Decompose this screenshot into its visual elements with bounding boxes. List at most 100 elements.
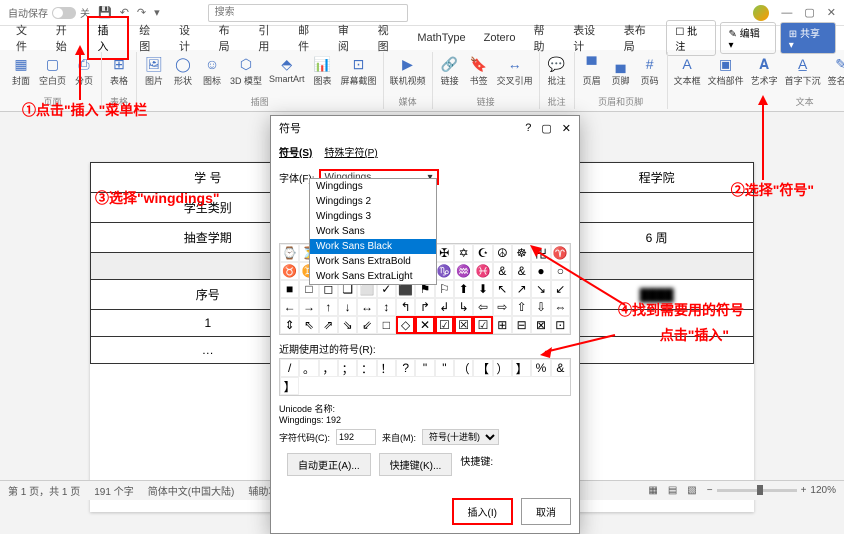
font-option[interactable]: Work Sans ExtraLight: [310, 269, 436, 284]
status-words[interactable]: 191 个字: [94, 483, 133, 498]
char-code-input[interactable]: [336, 429, 376, 445]
tab-special[interactable]: 特殊字符(P): [324, 144, 377, 159]
symbol-cell[interactable]: ↗: [512, 280, 531, 298]
font-option[interactable]: Wingdings 3: [310, 209, 436, 224]
recent-symbol[interactable]: ；: [338, 359, 357, 377]
ribbon-书签[interactable]: 🔖书签: [466, 54, 492, 88]
recent-symbol[interactable]: ": [435, 359, 454, 377]
ribbon-表格[interactable]: ⊞表格: [106, 54, 132, 88]
symbol-cell[interactable]: ↑: [319, 298, 338, 316]
symbol-cell[interactable]: ●: [531, 262, 550, 280]
ribbon-页眉[interactable]: ▀页眉: [579, 54, 605, 88]
maximize-icon[interactable]: ▢: [804, 6, 814, 19]
symbol-cell[interactable]: ↕: [377, 298, 396, 316]
ribbon-联机视频[interactable]: ▶联机视频: [388, 54, 428, 88]
status-lang[interactable]: 简体中文(中国大陆): [148, 483, 235, 498]
recent-symbol[interactable]: &: [551, 359, 570, 377]
symbol-cell[interactable]: ♈: [551, 244, 570, 262]
symbol-cell[interactable]: ⊞: [493, 316, 512, 334]
symbol-cell[interactable]: □: [377, 316, 396, 334]
ribbon-艺术字[interactable]: 𝐀艺术字: [749, 54, 780, 88]
symbol-cell[interactable]: ⊟: [512, 316, 531, 334]
ribbon-图片[interactable]: 🖼图片: [141, 54, 167, 88]
recent-symbol[interactable]: ：: [357, 359, 376, 377]
symbol-cell[interactable]: ↓: [338, 298, 357, 316]
ribbon-文档部件[interactable]: ▣文档部件: [706, 54, 746, 88]
symbol-cell[interactable]: ⇦: [473, 298, 492, 316]
zoom-value[interactable]: 120%: [810, 485, 836, 496]
status-page[interactable]: 第 1 页，共 1 页: [8, 483, 80, 498]
symbol-cell[interactable]: ⊠: [531, 316, 550, 334]
font-option[interactable]: Wingdings: [310, 179, 436, 194]
symbol-cell[interactable]: ⇙: [357, 316, 376, 334]
tab-symbols[interactable]: 符号(S): [279, 144, 312, 159]
ribbon-空白页[interactable]: ▢空白页: [37, 54, 68, 88]
symbol-cell[interactable]: ☮: [493, 244, 512, 262]
symbol-cell[interactable]: ✡: [454, 244, 473, 262]
symbol-cell[interactable]: 卍: [531, 244, 550, 262]
dialog-max-icon[interactable]: ▢: [541, 122, 551, 135]
font-dropdown[interactable]: WingdingsWingdings 2Wingdings 3 Work Sans…: [309, 178, 437, 285]
ribbon-签名行[interactable]: ✎签名行: [826, 54, 844, 88]
symbol-cell[interactable]: ♑: [435, 262, 454, 280]
tab-Zotero[interactable]: Zotero: [476, 28, 524, 48]
symbol-cell[interactable]: ⇖: [299, 316, 318, 334]
symbol-cell[interactable]: ◇: [396, 316, 415, 334]
recent-symbol[interactable]: （: [454, 359, 473, 377]
symbol-cell[interactable]: ⊡: [551, 316, 570, 334]
symbol-cell[interactable]: &: [493, 262, 512, 280]
symbol-cell[interactable]: ↖: [493, 280, 512, 298]
symbol-cell[interactable]: ⬆: [454, 280, 473, 298]
symbol-cell[interactable]: ☸: [512, 244, 531, 262]
symbol-cell[interactable]: ○: [551, 262, 570, 280]
symbol-cell[interactable]: &: [512, 262, 531, 280]
symbol-cell[interactable]: ⇗: [319, 316, 338, 334]
symbol-cell[interactable]: ⇕: [280, 316, 299, 334]
ribbon-页码[interactable]: #页码: [637, 54, 663, 88]
ribbon-3D 模型[interactable]: ⬡3D 模型: [228, 54, 264, 88]
avatar[interactable]: [753, 5, 769, 21]
dialog-close-icon[interactable]: ✕: [562, 122, 571, 135]
recent-symbol[interactable]: ?: [396, 359, 415, 377]
zoom-out[interactable]: −: [707, 485, 713, 496]
symbol-cell[interactable]: ⇧: [512, 298, 531, 316]
symbol-cell[interactable]: ↘: [531, 280, 550, 298]
symbol-cell[interactable]: ♉: [280, 262, 299, 280]
symbol-cell[interactable]: ⬇: [473, 280, 492, 298]
symbol-cell[interactable]: ⇩: [531, 298, 550, 316]
share-button[interactable]: ⊞ 共享 ▾: [780, 22, 836, 54]
symbol-cell[interactable]: ↲: [435, 298, 454, 316]
symbol-cell[interactable]: ↱: [415, 298, 434, 316]
symbol-cell[interactable]: ↳: [454, 298, 473, 316]
tab-MathType[interactable]: MathType: [409, 28, 473, 48]
recent-symbol[interactable]: /: [280, 359, 299, 377]
autocorrect-button[interactable]: 自动更正(A)...: [287, 453, 371, 476]
symbol-cell[interactable]: ✕: [415, 316, 434, 334]
ribbon-首字下沉[interactable]: A̲首字下沉: [783, 54, 823, 88]
font-option[interactable]: Work Sans ExtraBold: [310, 254, 436, 269]
zoom-slider[interactable]: [717, 489, 797, 492]
comments-button[interactable]: ☐ 批注: [666, 20, 715, 56]
symbol-cell[interactable]: ⇔: [551, 298, 570, 316]
shortcut-button[interactable]: 快捷键(K)...: [379, 453, 453, 476]
symbol-cell[interactable]: ✠: [435, 244, 454, 262]
ribbon-链接[interactable]: 🔗链接: [437, 54, 463, 88]
recent-symbol[interactable]: 【: [473, 359, 492, 377]
symbol-cell[interactable]: ☒: [454, 316, 473, 334]
close-icon[interactable]: ✕: [827, 6, 836, 19]
edit-button[interactable]: ✎ 编辑 ▾: [720, 22, 776, 54]
ribbon-图表[interactable]: 📊图表: [310, 54, 336, 88]
symbol-cell[interactable]: ↔: [357, 298, 376, 316]
recent-symbol[interactable]: %: [531, 359, 550, 377]
ribbon-SmartArt[interactable]: ⬘SmartArt: [267, 54, 307, 85]
minimize-icon[interactable]: —: [781, 7, 792, 19]
dialog-help-icon[interactable]: ?: [525, 122, 531, 135]
symbol-cell[interactable]: ☑: [435, 316, 454, 334]
font-option[interactable]: Wingdings 2: [310, 194, 436, 209]
symbol-cell[interactable]: ☪: [473, 244, 492, 262]
symbol-cell[interactable]: ■: [280, 280, 299, 298]
view-print-icon[interactable]: ▤: [668, 485, 677, 496]
symbol-cell[interactable]: →: [299, 298, 318, 316]
ribbon-屏幕截图[interactable]: ⊡屏幕截图: [339, 54, 379, 88]
ribbon-封面[interactable]: ▦封面: [8, 54, 34, 88]
